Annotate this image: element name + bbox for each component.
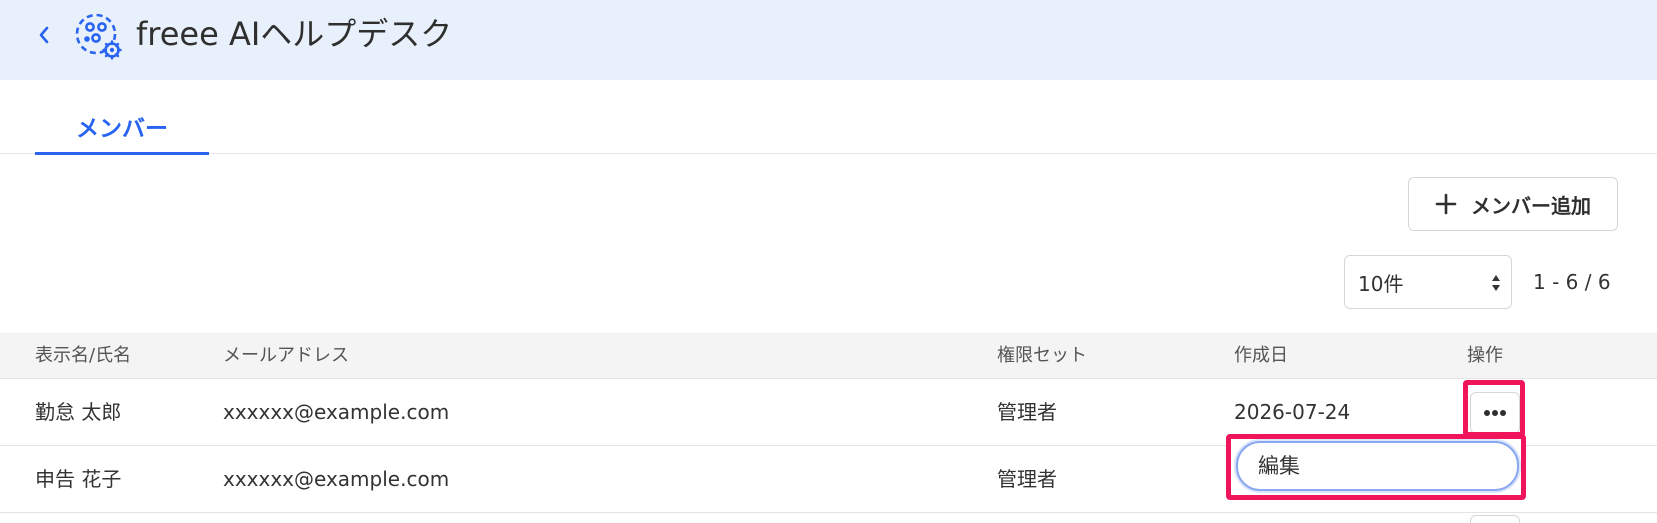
app-title: freee AIヘルプデスク — [136, 15, 453, 53]
member-role: 管理者 — [997, 467, 1057, 491]
row-actions-button[interactable] — [1470, 515, 1520, 523]
chevron-left-icon — [39, 26, 49, 44]
page: freee AIヘルプデスク メンバー メンバー追加 10件 1 - 6 / 6… — [0, 0, 1657, 523]
page-size-value: 10件 — [1358, 271, 1404, 296]
back-button[interactable] — [30, 20, 58, 50]
row-actions-menu: 編集 — [1236, 441, 1519, 491]
column-header-created[interactable]: 作成日 — [1234, 333, 1288, 379]
page-size-select[interactable]: 10件 — [1344, 255, 1512, 309]
helpdesk-gear-icon — [75, 13, 122, 60]
tab-bar: メンバー — [0, 80, 1657, 155]
member-email: xxxxxx@example.com — [223, 400, 450, 424]
table-header: 表示名/氏名 メールアドレス 権限セット 作成日 操作 — [0, 333, 1657, 379]
app-header: freee AIヘルプデスク — [0, 0, 1657, 80]
column-header-role[interactable]: 権限セット — [997, 333, 1087, 379]
column-header-email[interactable]: メールアドレス — [223, 333, 349, 379]
menu-item-edit[interactable]: 編集 — [1258, 443, 1300, 489]
active-tab-indicator — [35, 152, 209, 155]
pagination-range: 1 - 6 / 6 — [1533, 270, 1611, 294]
plus-icon — [1435, 193, 1457, 215]
add-member-label: メンバー追加 — [1471, 193, 1591, 218]
member-name: 勤怠 太郎 — [35, 400, 122, 424]
tab-label: メンバー — [76, 116, 168, 142]
sort-arrows-icon — [1492, 275, 1500, 291]
member-name: 申告 花子 — [35, 467, 122, 491]
member-email: xxxxxx@example.com — [223, 467, 450, 491]
add-member-button[interactable]: メンバー追加 — [1408, 177, 1618, 231]
column-header-name[interactable]: 表示名/氏名 — [35, 333, 131, 379]
member-role: 管理者 — [997, 400, 1057, 424]
highlight-frame — [1463, 380, 1525, 437]
tab-members[interactable]: メンバー — [35, 80, 209, 155]
column-header-actions: 操作 — [1467, 345, 1503, 366]
